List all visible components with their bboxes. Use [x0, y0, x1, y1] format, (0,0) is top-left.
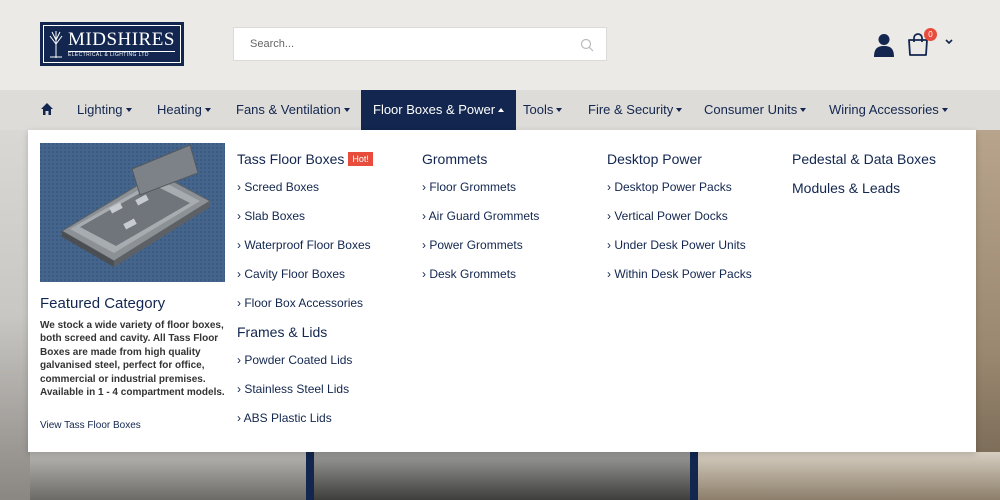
menu-link-powder-coated-lids[interactable]: Powder Coated Lids: [237, 346, 373, 375]
nav-item-wiring-accessories[interactable]: Wiring Accessories: [829, 90, 948, 130]
nav-item-label: Fans & Ventilation: [236, 102, 341, 117]
nav-item-tools[interactable]: Tools: [523, 90, 563, 130]
search-bar: [233, 27, 607, 61]
background-photo: [314, 452, 690, 500]
menu-heading-modules-leads[interactable]: Modules & Leads: [792, 178, 936, 198]
menu-link-vertical-power-docks[interactable]: Vertical Power Docks: [607, 202, 752, 231]
menu-link-desk-grommets[interactable]: Desk Grommets: [422, 260, 539, 289]
menu-link-cavity-floor-boxes[interactable]: Cavity Floor Boxes: [237, 260, 373, 289]
menu-link-under-desk-power-units[interactable]: Under Desk Power Units: [607, 231, 752, 260]
menu-column-grommets: Grommets Floor Grommets Air Guard Gromme…: [422, 149, 539, 289]
caret-down-icon: [125, 108, 132, 112]
caret-down-icon: [343, 108, 350, 112]
featured-category-description: We stock a wide variety of floor boxes, …: [40, 320, 225, 399]
featured-category-title: Featured Category: [40, 295, 166, 312]
floor-box-product-image: [40, 143, 225, 282]
nav-item-heating[interactable]: Heating: [157, 90, 211, 130]
menu-link-slab-boxes[interactable]: Slab Boxes: [237, 202, 373, 231]
logo-tagline: ELECTRICAL & LIGHTING LTD: [68, 51, 175, 58]
menu-column-tass-floor-boxes: Tass Floor BoxesHot! Screed Boxes Slab B…: [237, 149, 373, 433]
main-nav: Lighting Heating Fans & Ventilation Floo…: [0, 90, 1000, 130]
menu-heading-grommets[interactable]: Grommets: [422, 149, 539, 169]
menu-link-within-desk-power-packs[interactable]: Within Desk Power Packs: [607, 260, 751, 289]
nav-item-label: Wiring Accessories: [829, 102, 939, 117]
menu-link-screed-boxes[interactable]: Screed Boxes: [237, 173, 373, 202]
menu-link-air-guard-grommets[interactable]: Air Guard Grommets: [422, 202, 540, 231]
chevron-down-icon[interactable]: [944, 38, 954, 46]
menu-heading-label: Tass Floor Boxes: [237, 151, 345, 167]
search-input[interactable]: [234, 28, 554, 60]
cart-count-badge: 0: [924, 28, 937, 41]
nav-item-label: Tools: [523, 102, 554, 117]
view-tass-floor-boxes-link[interactable]: View Tass Floor Boxes: [40, 420, 141, 431]
nav-item-label: Consumer Units: [704, 102, 798, 117]
menu-column-pedestal-data: Pedestal & Data Boxes Modules & Leads: [792, 149, 936, 198]
menu-link-abs-plastic-lids[interactable]: ABS Plastic Lids: [237, 404, 373, 433]
site-header: MIDSHIRES ELECTRICAL & LIGHTING LTD 0: [0, 0, 1000, 90]
background-photo: [30, 452, 308, 500]
caret-down-icon: [800, 108, 807, 112]
nav-item-label: Heating: [157, 102, 202, 117]
caret-up-icon: [498, 108, 505, 112]
nav-item-label: Floor Boxes & Power: [373, 102, 496, 117]
divider: [306, 452, 314, 500]
menu-column-desktop-power: Desktop Power Desktop Power Packs Vertic…: [607, 149, 752, 289]
nav-item-floor-boxes-power[interactable]: Floor Boxes & Power: [361, 90, 517, 130]
site-logo[interactable]: MIDSHIRES ELECTRICAL & LIGHTING LTD: [40, 22, 184, 66]
menu-heading-desktop-power[interactable]: Desktop Power: [607, 149, 752, 169]
nav-item-label: Fire & Security: [588, 102, 674, 117]
caret-down-icon: [556, 108, 563, 112]
background-photo: [976, 130, 1000, 500]
logo-wordmark: MIDSHIRES: [68, 29, 175, 50]
menu-link-stainless-steel-lids[interactable]: Stainless Steel Lids: [237, 375, 373, 404]
caret-down-icon: [676, 108, 683, 112]
tree-logo-icon: [49, 31, 63, 58]
menu-heading-tass-floor-boxes[interactable]: Tass Floor Boxes Hot!: [237, 149, 373, 169]
nav-item-label: Lighting: [77, 102, 123, 117]
account-icon[interactable]: [873, 33, 895, 57]
cart-button[interactable]: 0: [904, 28, 937, 58]
menu-heading-frames-lids[interactable]: Frames & Lids: [237, 322, 373, 342]
caret-down-icon: [204, 108, 211, 112]
caret-down-icon: [941, 108, 948, 112]
menu-link-floor-box-accessories[interactable]: Floor Box Accessories: [237, 289, 373, 318]
featured-category-image[interactable]: [40, 143, 225, 282]
background-photo: [0, 130, 30, 500]
nav-item-fire-security[interactable]: Fire & Security: [588, 90, 683, 130]
menu-link-waterproof-floor-boxes[interactable]: Waterproof Floor Boxes: [237, 231, 373, 260]
home-icon[interactable]: [40, 102, 54, 116]
search-icon[interactable]: [580, 38, 594, 52]
menu-link-power-grommets[interactable]: Power Grommets: [422, 231, 539, 260]
menu-heading-pedestal-data-boxes[interactable]: Pedestal & Data Boxes: [792, 149, 936, 169]
nav-item-fans-ventilation[interactable]: Fans & Ventilation: [236, 90, 350, 130]
hot-badge: Hot!: [348, 152, 373, 166]
mega-menu-dropdown: Featured Category We stock a wide variet…: [28, 130, 976, 452]
menu-link-floor-grommets[interactable]: Floor Grommets: [422, 173, 539, 202]
menu-link-desktop-power-packs[interactable]: Desktop Power Packs: [607, 173, 752, 202]
nav-item-consumer-units[interactable]: Consumer Units: [704, 90, 807, 130]
nav-item-lighting[interactable]: Lighting: [77, 90, 132, 130]
divider: [690, 452, 698, 500]
background-photo: [698, 452, 1000, 500]
